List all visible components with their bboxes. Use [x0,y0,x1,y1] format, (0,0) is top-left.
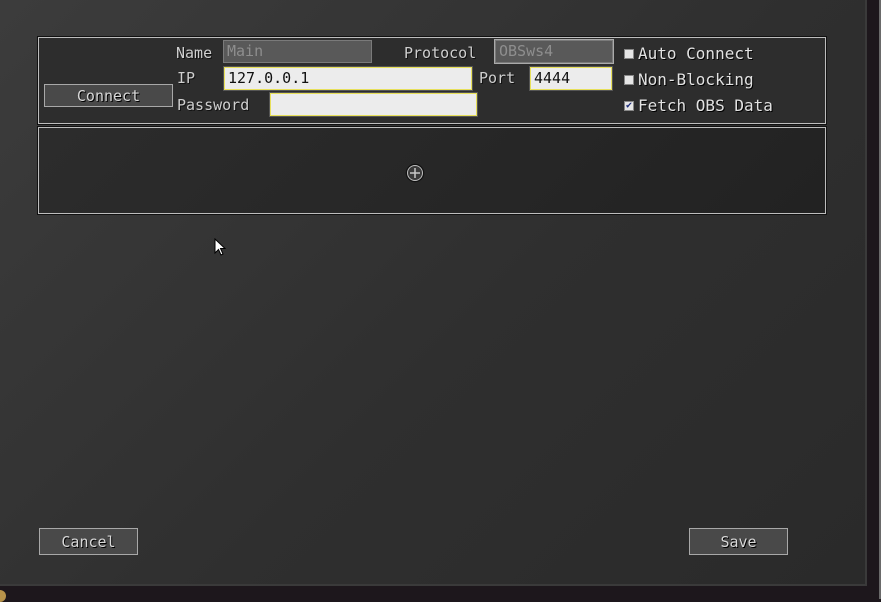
desktop-corner-decoration [0,590,6,602]
name-field[interactable]: Main [223,40,372,63]
non-blocking-checkbox[interactable]: Non-Blocking [624,71,754,89]
connection-dialog: Connect Name Main Protocol OBSws4 IP 127… [0,0,867,586]
checkbox-unchecked-icon[interactable] [624,49,634,59]
cancel-button[interactable]: Cancel [39,528,138,555]
protocol-label: Protocol [404,44,477,62]
fetch-obs-data-checkbox[interactable]: ✔ Fetch OBS Data [624,97,773,115]
checkbox-checked-icon[interactable]: ✔ [624,101,634,111]
fetch-obs-data-label: Fetch OBS Data [638,96,773,115]
checkbox-unchecked-icon[interactable] [624,75,634,85]
auto-connect-label: Auto Connect [638,44,754,63]
password-label: Password [177,96,250,114]
circle-plus-icon[interactable] [405,163,425,183]
non-blocking-label: Non-Blocking [638,70,754,89]
mouse-cursor-icon [214,238,227,256]
name-label: Name [176,44,213,62]
protocol-select[interactable]: OBSws4 [494,39,614,64]
ip-field[interactable]: 127.0.0.1 [223,66,473,91]
port-label: Port [479,69,516,87]
save-button[interactable]: Save [689,528,788,555]
connect-button[interactable]: Connect [44,84,173,107]
port-field[interactable]: 4444 [529,66,613,91]
password-field[interactable] [269,92,478,117]
scenes-panel [37,126,827,215]
auto-connect-checkbox[interactable]: Auto Connect [624,45,754,63]
ip-label: IP [177,69,196,87]
